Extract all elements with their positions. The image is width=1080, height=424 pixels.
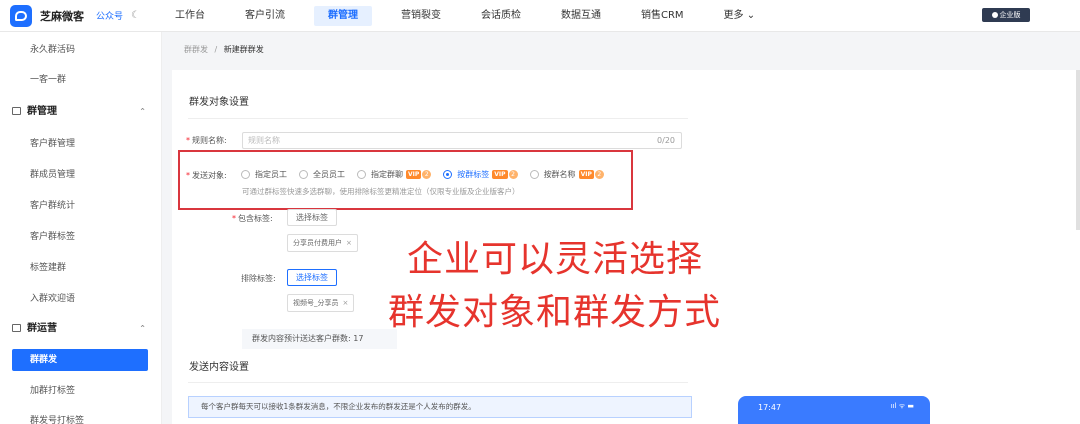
chevron-up-icon[interactable]: ⌃ — [139, 101, 146, 123]
notice-banner: 每个客户群每天可以接收1条群发消息，不限企业发布的群发还是个人发布的群发。 — [188, 396, 692, 418]
target-option[interactable]: 全员员工 — [299, 169, 345, 180]
breadcrumb-current: 新建群群发 — [223, 45, 264, 54]
vip-level: 2 — [594, 170, 604, 179]
nav-item[interactable]: 更多 ⌄ — [713, 6, 767, 26]
target-option[interactable]: 指定员工 — [241, 169, 287, 180]
nav-item[interactable]: 会话质检 — [470, 6, 532, 26]
brand-name: 芝麻微客 — [40, 9, 84, 23]
radio-button[interactable] — [241, 170, 250, 179]
highlight-box — [178, 150, 633, 210]
theme-toggle-icon[interactable]: ☾ — [131, 10, 140, 21]
sidebar: 永久群活码一客一群群管理 ⌃ 客户群管理群成员管理客户群统计客户群标签标签建群入群欢… — [0, 32, 162, 424]
target-hint: 可通过群标签快速多选群聊，使用排除标签更精准定位（仅限专业版及企业版客户） — [242, 187, 520, 196]
include-select-button[interactable]: 选择标签 — [287, 209, 337, 226]
sidebar-group[interactable]: 群管理 ⌃ — [0, 101, 162, 123]
enterprise-icon — [991, 12, 998, 18]
radio-button[interactable] — [529, 170, 539, 179]
remove-tag-icon[interactable]: × — [343, 299, 349, 307]
sidebar-item[interactable]: 客户群标签 — [0, 226, 162, 248]
main-nav: 工作台 客户引流 群管理 营销裂变 会话质检 数据互通 销售CRM 更多 ⌄ — [164, 0, 784, 32]
nav-item[interactable]: 群管理 — [313, 5, 372, 26]
section-title-target: 群发对象设置 — [189, 97, 249, 108]
nav-item[interactable]: 客户引流 — [234, 6, 296, 26]
top-bar: 芝麻微客 公众号 ☾ 工作台 客户引流 群管理 营销裂变 会话质检 数据互通 销售CRM 更多… — [0, 0, 1080, 32]
group-icon — [12, 324, 21, 332]
overlay-text-line2: 群发对象和群发方式 — [388, 292, 722, 333]
sidebar-group[interactable]: 群运营 ⌃ — [0, 318, 162, 340]
target-option[interactable]: 按群标签 VIP 2 — [443, 169, 518, 180]
vip-level: 2 — [422, 170, 432, 179]
breadcrumb-parent[interactable]: 群群发 — [184, 45, 208, 54]
radio-button[interactable] — [357, 170, 366, 179]
logo-icon[interactable] — [10, 4, 32, 27]
exclude-tags-label: 排除标签: — [241, 274, 276, 283]
rule-name-input[interactable]: 规则名称 0/20 — [242, 132, 682, 149]
exclude-tag: 视频号_分享员 × — [287, 294, 355, 312]
sidebar-item[interactable]: 群群发 — [12, 349, 148, 371]
group-icon — [12, 107, 21, 115]
account-type-link[interactable]: 公众号 — [96, 9, 123, 22]
vip-level: 2 — [508, 170, 518, 179]
rule-name-counter: 0/20 — [657, 136, 675, 145]
vip-badge: VIP — [578, 170, 594, 179]
divider — [188, 382, 688, 383]
sidebar-item[interactable]: 入群欢迎语 — [0, 288, 162, 310]
sidebar-item[interactable]: 群发号打标签 — [0, 410, 162, 424]
target-option[interactable]: 指定群聊 VIP 2 — [357, 169, 432, 180]
remove-tag-icon[interactable]: × — [346, 239, 352, 247]
sidebar-item[interactable]: 群成员管理 — [0, 164, 162, 186]
nav-item[interactable]: 销售CRM — [630, 6, 695, 26]
nav-item[interactable]: 营销裂变 — [390, 6, 452, 26]
radio-button[interactable] — [299, 170, 308, 179]
target-label: * 发送对象: — [186, 171, 227, 180]
section-title-content: 发送内容设置 — [189, 362, 249, 373]
rule-name-label: * 规则名称: — [186, 136, 227, 145]
breadcrumb: 群群发 / 新建群群发 — [184, 44, 264, 55]
phone-preview: 17:47 ııl ᯤ ▬ — [738, 396, 930, 424]
divider — [188, 118, 688, 119]
enterprise-badge[interactable]: 企业版 — [982, 8, 1030, 22]
phone-time: 17:47 — [758, 403, 782, 412]
sidebar-item[interactable]: 客户群管理 — [0, 133, 162, 155]
exclude-select-button[interactable]: 选择标签 — [287, 269, 337, 286]
vip-badge: VIP — [492, 170, 508, 179]
phone-status-icons: ııl ᯤ ▬ — [890, 402, 914, 410]
radio-button[interactable] — [443, 170, 453, 179]
nav-item[interactable]: 工作台 — [164, 6, 216, 26]
include-tag: 分享员付费用户 × — [287, 234, 358, 252]
overlay-text-line1: 企业可以灵活选择 — [407, 239, 704, 280]
scrollbar[interactable] — [1076, 70, 1080, 230]
target-option[interactable]: 按群名称 VIP 2 — [529, 169, 604, 180]
chevron-up-icon[interactable]: ⌃ — [139, 318, 146, 340]
nav-item[interactable]: 数据互通 — [550, 6, 612, 26]
target-radio-group: 指定员工 全员员工 指定群聊 VIP 2 按群标签 VIP 2 按群名称 VIP 2 — [241, 169, 616, 180]
sidebar-item[interactable]: 标签建群 — [0, 257, 162, 279]
sidebar-item[interactable]: 一客一群 — [0, 69, 162, 91]
estimate-count: 群发内容预计送达客户群数: 17 — [242, 329, 397, 349]
sidebar-item[interactable]: 客户群统计 — [0, 195, 162, 217]
vip-badge: VIP — [406, 170, 422, 179]
sidebar-item[interactable]: 永久群活码 — [0, 39, 162, 61]
sidebar-item[interactable]: 加群打标签 — [0, 380, 162, 402]
breadcrumb-separator: / — [214, 45, 218, 54]
include-tags-label: * 包含标签: — [232, 214, 273, 223]
